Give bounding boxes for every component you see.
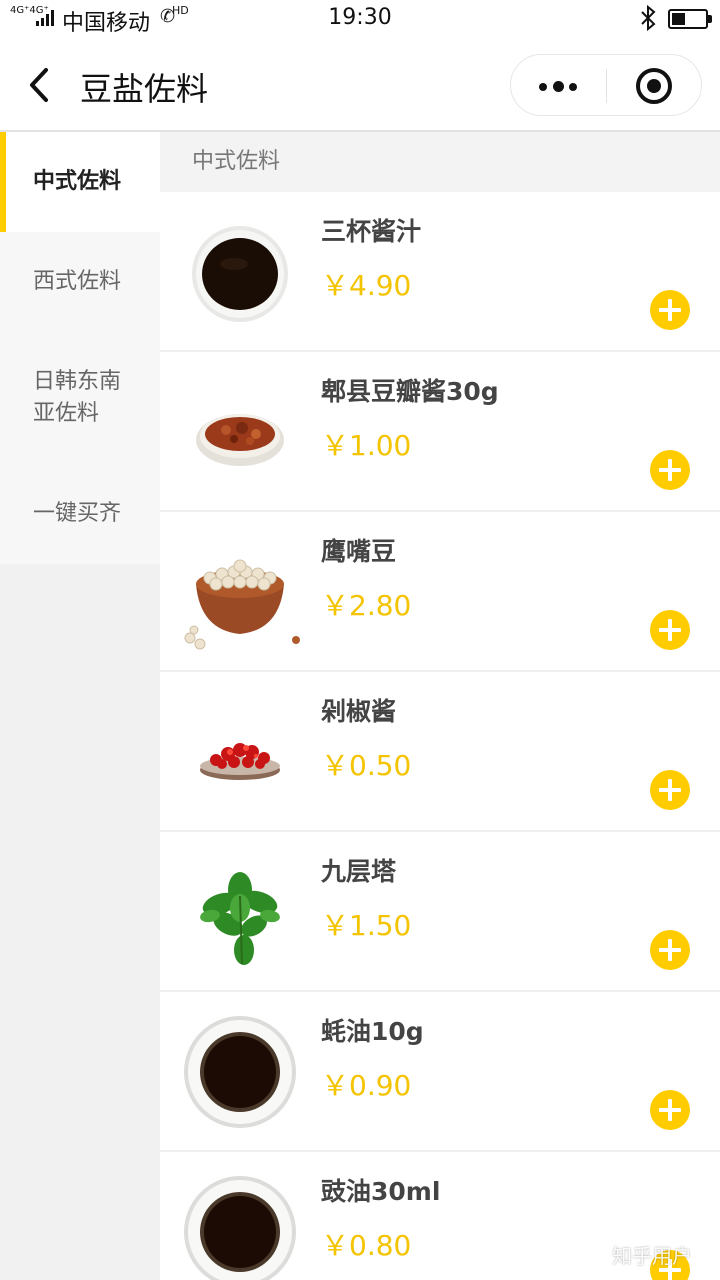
sidebar-item-asian[interactable]: 日韩东南亚佐料 [0,332,160,464]
chopped-chili-image [200,743,280,780]
list-item[interactable]: 蚝油10g ￥0.90 [160,992,720,1152]
bean-paste-image [196,414,284,466]
target-close-icon[interactable] [607,55,702,115]
product-price: ￥2.80 [321,589,412,622]
sidebar-item-label: 中式佐料 [33,169,122,194]
product-list-panel: 中式佐料 三杯酱汁 ￥4.90 郫县豆瓣酱30g ￥1.00 鹰嘴豆 ￥2.80… [160,132,720,1280]
list-item[interactable]: 剁椒酱 ￥0.50 [160,672,720,832]
more-dots-icon[interactable] [511,55,606,115]
category-sidebar: 中式佐料 西式佐料 日韩东南亚佐料 一键买齐 [0,132,160,1280]
sidebar-item-label: 一键买齐 [33,501,122,526]
basil-leaves-image [200,872,280,965]
add-to-cart-button[interactable] [650,1090,690,1130]
chevron-left-icon[interactable] [22,60,62,110]
add-to-cart-button[interactable] [650,290,690,330]
nav-bar: 豆盐佐料 [0,38,720,132]
battery-icon [668,9,712,29]
product-price: ￥0.50 [321,749,412,782]
category-list: 中式佐料 西式佐料 日韩东南亚佐料 一键买齐 [0,132,160,564]
sauce-dish-image [192,226,288,322]
add-to-cart-button[interactable] [650,770,690,810]
section-title: 中式佐料 [160,132,720,192]
add-to-cart-button[interactable] [650,610,690,650]
product-price: ￥0.80 [321,1229,412,1262]
sidebar-item-label: 西式佐料 [33,269,122,294]
product-name: 郫县豆瓣酱30g [321,377,499,406]
status-bar: 4G⁺4G⁺ 中国移动 ✆ HD 19:30 [0,0,720,38]
sidebar-item-buy-all[interactable]: 一键买齐 [0,464,160,564]
watermark: 知乎用户 [612,1244,692,1268]
list-item[interactable]: 三杯酱汁 ￥4.90 [160,192,720,352]
battery-level [672,13,685,25]
product-name: 鹰嘴豆 [321,537,397,566]
product-price: ￥4.90 [321,269,412,302]
mini-program-capsule [510,54,702,116]
product-price: ￥1.00 [321,429,412,462]
sidebar-item-label: 日韩东南亚佐料 [33,369,122,426]
page-title: 豆盐佐料 [80,70,209,108]
oyster-sauce-image [184,1016,296,1128]
add-to-cart-button[interactable] [650,450,690,490]
product-price: ￥0.90 [321,1069,412,1102]
bluetooth-icon [641,5,656,31]
product-price: ￥1.50 [321,909,412,942]
product-name: 九层塔 [321,857,397,886]
sidebar-item-western[interactable]: 西式佐料 [0,232,160,332]
product-name: 剁椒酱 [321,697,397,726]
list-item[interactable]: 郫县豆瓣酱30g ￥1.00 [160,352,720,512]
soy-sauce-image [184,1176,296,1280]
product-name: 豉油30ml [321,1177,441,1206]
product-name: 三杯酱汁 [321,217,422,246]
list-item[interactable]: 鹰嘴豆 ￥2.80 [160,512,720,672]
list-item[interactable]: 九层塔 ￥1.50 [160,832,720,992]
clock: 19:30 [328,5,392,30]
chickpea-bowl-image [184,559,300,650]
product-name: 蚝油10g [321,1017,424,1046]
sidebar-item-chinese[interactable]: 中式佐料 [0,132,160,232]
add-to-cart-button[interactable] [650,930,690,970]
